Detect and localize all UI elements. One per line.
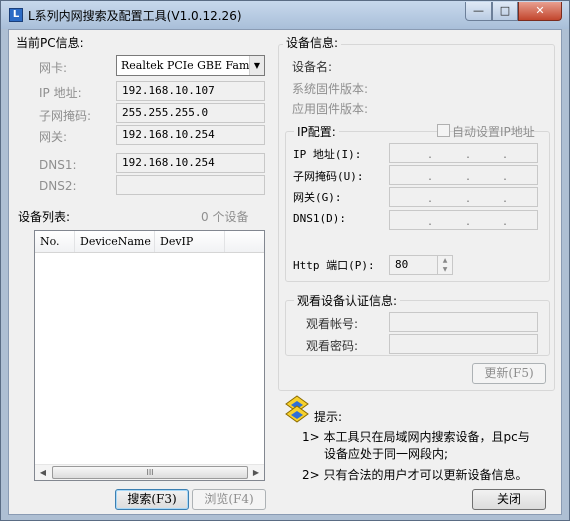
http-port-spinner[interactable]: ▲ ▼ [437,255,453,275]
chevron-down-icon[interactable]: ▼ [249,56,264,75]
ip-dot: . [427,172,434,183]
ip-label: IP 地址: [39,86,82,100]
spin-down-icon[interactable]: ▼ [438,265,452,274]
auth-title: 观看设备认证信息: [294,292,401,309]
column-header-devicename[interactable]: DeviceName [75,231,155,252]
nic-select-value: Realtek PCIe GBE Fami [121,59,253,72]
ip-dot: . [465,150,472,161]
scroll-left-icon[interactable]: ◀ [35,465,51,480]
ip-config-title: IP配置: [294,123,339,140]
lightbulb-tip-icon [285,395,309,423]
account-input[interactable] [389,312,538,332]
update-button[interactable]: 更新(F5) [472,363,546,384]
spin-up-icon[interactable]: ▲ [438,256,452,265]
tip-line-1: 1> 本工具只在局域网内搜索设备，且pc与 [302,430,530,444]
ip-dot: . [465,217,472,228]
cfg-ip-input[interactable]: . . . [389,143,538,163]
dns2-label: DNS2: [39,179,77,193]
cfg-gateway-label: 网关(G): [293,191,342,204]
cfg-ip-label: IP 地址(I): [293,148,362,161]
app-window: L L系列内网搜索及配置工具(V1.0.12.26) — □ ✕ 当前PC信息:… [0,0,570,521]
close-button[interactable]: 关闭 [472,489,546,510]
search-button[interactable]: 搜索(F3) [115,489,189,510]
sys-fw-label: 系统固件版本: [292,82,369,96]
ip-dot: . [427,194,434,205]
mask-label: 子网掩码: [39,109,92,123]
pc-gateway-field: 192.168.10.254 [116,125,265,145]
device-list-header: No. DeviceName DevIP [35,231,264,253]
nic-label: 网卡: [39,61,68,75]
ip-dot: . [502,172,509,183]
device-list[interactable]: No. DeviceName DevIP ◀ III ▶ [34,230,265,481]
device-info-title: 设备信息: [283,34,342,51]
column-header-devip[interactable]: DevIP [155,231,225,252]
auto-ip-checkbox[interactable] [437,124,450,137]
pc-dns1-field: 192.168.10.254 [116,153,265,173]
scroll-thumb[interactable]: III [52,466,248,479]
tip-line-1b: 设备应处于同一网段内; [324,447,449,461]
tips-title: 提示: [314,410,343,424]
nic-select[interactable]: Realtek PCIe GBE Fami ▼ [116,55,265,76]
scroll-right-icon[interactable]: ▶ [248,465,264,480]
ip-dot: . [465,194,472,205]
device-count: 0 个设备 [201,210,249,224]
browse-button[interactable]: 浏览(F4) [192,489,266,510]
device-name-label: 设备名: [292,60,333,74]
account-label: 观看帐号: [306,317,359,331]
pc-mask-field: 255.255.255.0 [116,103,265,123]
app-fw-label: 应用固件版本: [292,102,369,116]
dns1-label: DNS1: [39,158,77,172]
cfg-dns1-label: DNS1(D): [293,212,346,225]
ip-dot: . [502,194,509,205]
maximize-button[interactable]: □ [492,2,518,21]
close-window-button[interactable]: ✕ [518,2,562,21]
http-port-input[interactable]: 80 [389,255,438,275]
ip-dot: . [427,150,434,161]
password-input[interactable] [389,334,538,354]
cfg-mask-input[interactable]: . . . [389,165,538,185]
window-title: L系列内网搜索及配置工具(V1.0.12.26) [28,9,242,23]
title-bar[interactable]: L L系列内网搜索及配置工具(V1.0.12.26) — □ ✕ [1,1,569,29]
ip-dot: . [465,172,472,183]
http-port-label: Http 端口(P): [293,259,375,272]
client-area: 当前PC信息: 网卡: Realtek PCIe GBE Fami ▼ IP 地… [8,29,562,515]
device-list-title: 设备列表: [15,208,74,225]
minimize-button[interactable]: — [465,2,492,21]
ip-dot: . [502,150,509,161]
tip-line-2: 2> 只有合法的用户才可以更新设备信息。 [302,468,528,482]
column-header-no[interactable]: No. [35,231,75,252]
ip-dot: . [502,217,509,228]
auto-ip-label[interactable]: 自动设置IP地址 [452,123,535,140]
password-label: 观看密码: [306,339,359,353]
cfg-dns1-input[interactable]: . . . [389,210,538,230]
pc-dns2-field [116,175,265,195]
horizontal-scrollbar[interactable]: ◀ III ▶ [35,464,264,480]
pc-info-title: 当前PC信息: [13,34,87,51]
pc-ip-field: 192.168.10.107 [116,81,265,101]
ip-dot: . [427,217,434,228]
cfg-gateway-input[interactable]: . . . [389,187,538,207]
cfg-mask-label: 子网掩码(U): [293,170,364,183]
gateway-label: 网关: [39,130,68,144]
app-icon: L [9,8,23,22]
